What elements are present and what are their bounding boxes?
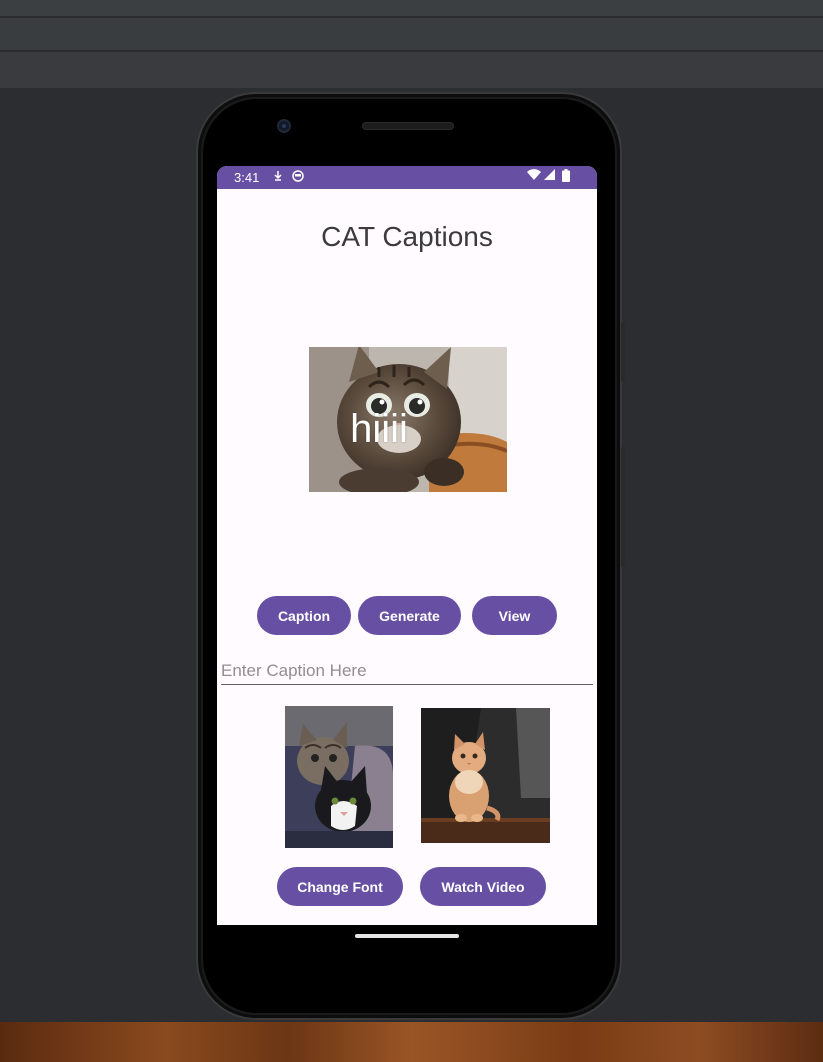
power-button [621, 322, 625, 382]
ide-tertiary-toolbar [0, 52, 823, 88]
ide-top-toolbar [0, 0, 823, 17]
caption-input[interactable] [221, 657, 593, 685]
battery-icon [562, 169, 570, 185]
caption-overlay-text: hiiii [350, 407, 408, 451]
earpiece-speaker [362, 122, 454, 130]
watch-video-button[interactable]: Watch Video [420, 867, 546, 906]
app-screen: 3:41 CAT Captions hiiii Caption Generate… [217, 166, 597, 925]
caption-button[interactable]: Caption [257, 596, 351, 635]
desktop-background-strip [0, 1022, 823, 1062]
front-camera [277, 119, 291, 133]
ide-secondary-toolbar [0, 18, 823, 51]
wifi-icon [527, 169, 541, 184]
face-icon [292, 170, 304, 185]
thumbnail-two-kittens[interactable] [285, 706, 393, 848]
volume-button [621, 447, 625, 567]
status-bar: 3:41 [217, 166, 597, 189]
signal-icon [544, 169, 555, 184]
generate-button[interactable]: Generate [358, 596, 461, 635]
download-icon [273, 170, 283, 185]
page-title: CAT Captions [321, 221, 493, 252]
status-time: 3:41 [234, 170, 260, 185]
orange-kitten-photo [421, 708, 550, 843]
two-kittens-photo [285, 706, 393, 848]
main-cat-image: hiiii [309, 347, 507, 492]
home-indicator[interactable] [355, 934, 459, 938]
thumbnail-orange-kitten[interactable] [421, 708, 550, 843]
view-button[interactable]: View [472, 596, 557, 635]
change-font-button[interactable]: Change Font [277, 867, 403, 906]
